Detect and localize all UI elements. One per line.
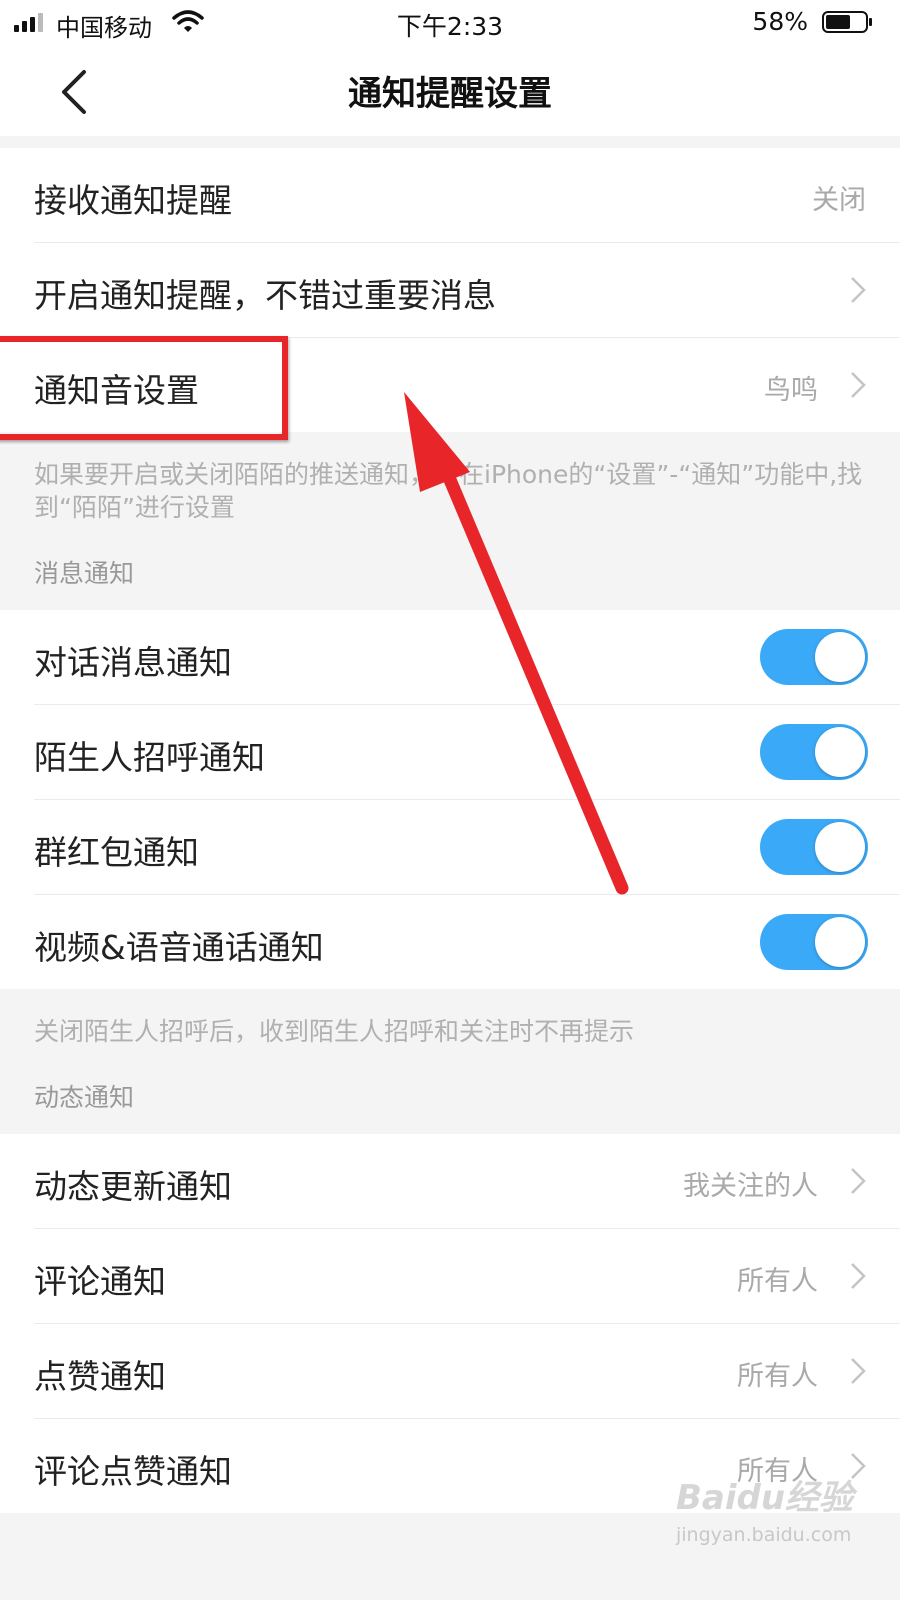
chevron-right-icon (851, 1263, 866, 1289)
row-label: 视频&语音通话通知 (34, 928, 324, 967)
row-label: 评论通知 (34, 1262, 166, 1301)
row-value: 所有人 (737, 1266, 818, 1297)
row-receive-notifications[interactable]: 接收通知提醒 关闭 (34, 148, 900, 243)
toggle-knob (815, 727, 865, 777)
row-label: 点赞通知 (34, 1357, 166, 1396)
toggle-knob (815, 632, 865, 682)
row-label: 开启通知提醒，不错过重要消息 (34, 276, 496, 315)
row-value: 所有人 (737, 1361, 818, 1392)
toggle-switch[interactable] (760, 629, 868, 685)
row-comment-notification[interactable]: 评论通知 所有人 (34, 1229, 900, 1324)
stranger-greeting-note: 关闭陌生人招呼后，收到陌生人招呼和关注时不再提示 (0, 989, 900, 1060)
annotation-highlight-box (0, 336, 288, 440)
row-label: 陌生人招呼通知 (34, 738, 265, 777)
toggle-switch[interactable] (760, 914, 868, 970)
battery-icon (822, 11, 872, 33)
toggle-knob (815, 917, 865, 967)
chevron-right-icon (851, 1358, 866, 1384)
row-label: 动态更新通知 (34, 1167, 232, 1206)
system-settings-note: 如果要开启或关闭陌陌的推送通知，请在iPhone的“设置”-“通知”功能中,找到… (0, 432, 900, 536)
row-enable-notifications[interactable]: 开启通知提醒，不错过重要消息 (34, 243, 900, 338)
row-value: 我关注的人 (683, 1171, 818, 1202)
row-value: 鸟鸣 (764, 375, 818, 406)
row-label: 对话消息通知 (34, 643, 232, 682)
navigation-bar: 通知提醒设置 (0, 44, 900, 136)
row-label: 接收通知提醒 (34, 181, 232, 220)
row-label: 评论点赞通知 (34, 1452, 232, 1491)
page-title: 通知提醒设置 (348, 74, 552, 114)
feed-notification-group: 动态更新通知 我关注的人 评论通知 所有人 点赞通知 所有人 评论点赞通知 所有… (0, 1134, 900, 1513)
toggle-switch[interactable] (760, 819, 868, 875)
section-header-messages: 消息通知 (0, 536, 900, 610)
chevron-right-icon (851, 1168, 866, 1194)
watermark-logo: Baidu经验 (676, 1478, 854, 1518)
section-header-feed: 动态通知 (0, 1060, 900, 1134)
toggle-knob (815, 822, 865, 872)
row-chat-message-notification: 对话消息通知 (34, 610, 900, 705)
chevron-right-icon (851, 372, 866, 398)
row-video-voice-call-notification: 视频&语音通话通知 (34, 895, 900, 989)
battery-percentage: 58% (752, 7, 808, 36)
row-like-notification[interactable]: 点赞通知 所有人 (34, 1324, 900, 1419)
row-feed-update-notification[interactable]: 动态更新通知 我关注的人 (34, 1134, 900, 1229)
row-label: 群红包通知 (34, 833, 199, 872)
status-bar: 中国移动 下午2:33 58% (0, 0, 900, 44)
chevron-right-icon (851, 277, 866, 303)
message-notification-group: 对话消息通知 陌生人招呼通知 群红包通知 视频&语音通话通知 (0, 610, 900, 989)
row-value: 关闭 (812, 185, 866, 216)
watermark-site: jingyan.baidu.com (676, 1524, 852, 1546)
toggle-switch[interactable] (760, 724, 868, 780)
row-stranger-greeting-notification: 陌生人招呼通知 (34, 705, 900, 800)
row-group-red-packet-notification: 群红包通知 (34, 800, 900, 895)
